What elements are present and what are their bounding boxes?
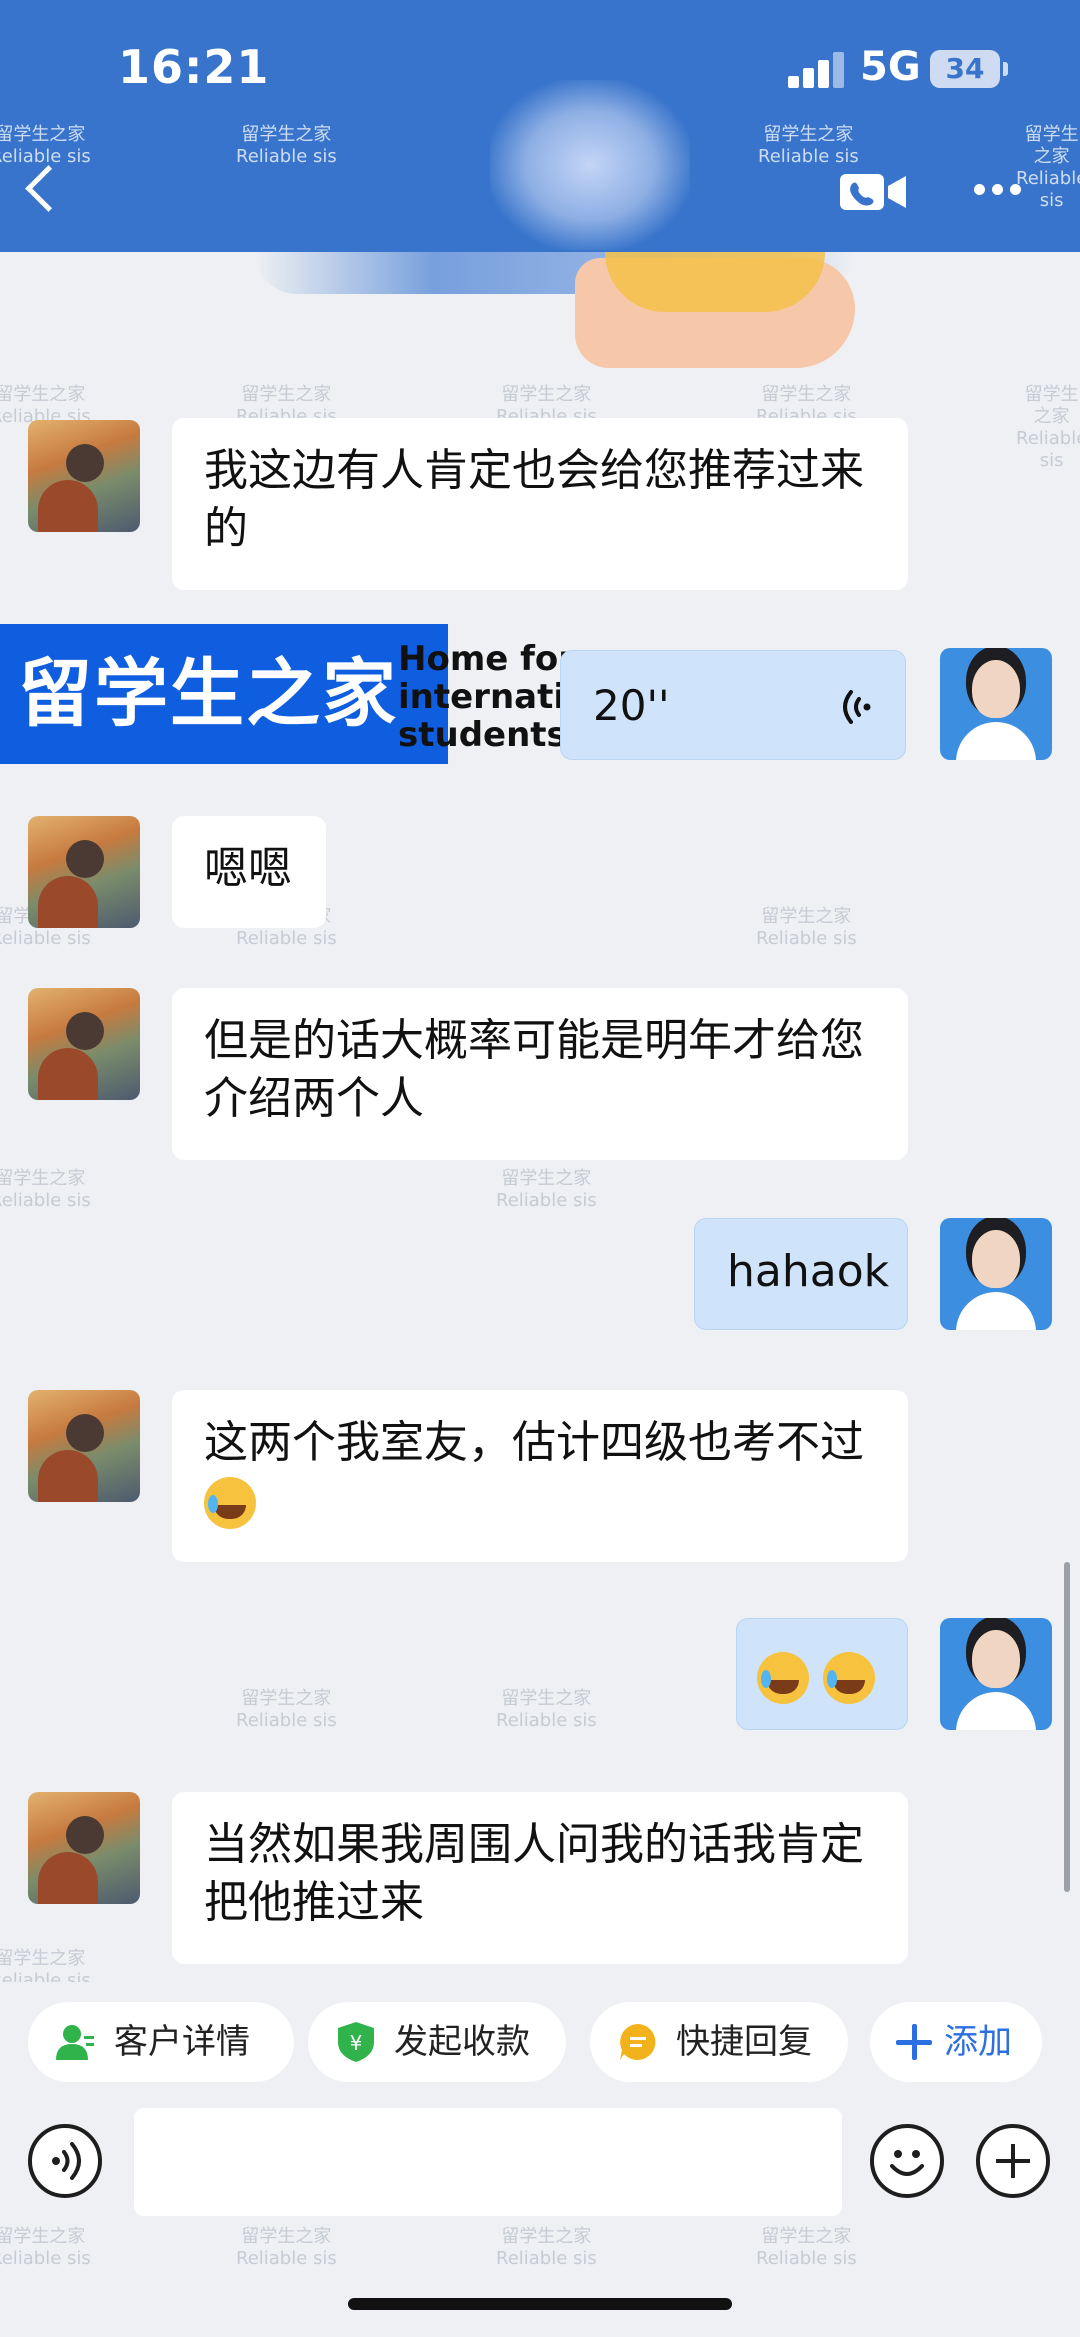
contact-avatar[interactable] <box>28 816 140 928</box>
plus-icon <box>896 2024 932 2060</box>
customer-detail-button[interactable]: 客户详情 <box>28 2002 294 2082</box>
plus-icon <box>996 2144 1030 2178</box>
message-bubble[interactable]: hahaok <box>694 1218 908 1330</box>
battery-icon: 34 <box>930 50 1008 88</box>
crying-laughing-emoji-icon <box>823 1652 875 1704</box>
my-avatar[interactable] <box>940 1218 1052 1330</box>
chip-label: 客户详情 <box>114 2022 250 2062</box>
scrollbar[interactable] <box>1064 1562 1070 1892</box>
voice-duration: 20'' <box>593 681 670 730</box>
blurred-region <box>490 80 690 250</box>
chat-header: 16:21 5G 34 留学生之家 Reliable sis 留学生之家 Relia… <box>0 0 1080 252</box>
quick-reply-button[interactable]: 快捷回复 <box>590 2002 848 2082</box>
watermark: 留学生之家Reliable sis <box>496 1688 597 1731</box>
chip-label: 添加 <box>944 2022 1012 2062</box>
network-type: 5G <box>860 44 921 90</box>
status-time: 16:21 <box>118 40 270 94</box>
voice-input-button[interactable] <box>28 2124 102 2198</box>
message-text: 这两个我室友，估计四级也考不过 <box>204 1417 864 1468</box>
message-bubble[interactable]: 嗯嗯 <box>172 816 326 928</box>
watermark: 留学生之家Reliable sis <box>758 124 859 167</box>
contact-avatar[interactable] <box>28 1390 140 1502</box>
contact-avatar[interactable] <box>28 420 140 532</box>
signal-icon <box>788 52 844 88</box>
message-bubble[interactable]: 但是的话大概率可能是明年才给您介绍两个人 <box>172 988 908 1160</box>
watermark: 留学生之家Reliable sis <box>236 1688 337 1731</box>
voice-icon <box>52 2142 81 2180</box>
message-bubble[interactable]: 我这边有人肯定也会给您推荐过来的 <box>172 418 908 590</box>
request-payment-button[interactable]: ¥ 发起收款 <box>308 2002 566 2082</box>
message-bubble[interactable]: 这两个我室友，估计四级也考不过 <box>172 1390 908 1562</box>
brand-banner: 留学生之家 <box>0 624 448 764</box>
sticker-image[interactable] <box>575 252 855 368</box>
emoji-message[interactable] <box>736 1618 908 1730</box>
voice-wave-icon <box>843 690 871 724</box>
watermark: 留学生之家Reliable sis <box>496 1168 597 1211</box>
yuan-shield-icon: ¥ <box>338 2022 374 2062</box>
input-bar: 留学生之家 Reliable sis 留学生之家 Reliable sis 留学生之… <box>0 2102 1080 2337</box>
watermark: 留学生之家Reliable sis <box>756 906 857 949</box>
emoji-button[interactable] <box>870 2124 944 2198</box>
chip-label: 快捷回复 <box>676 2022 812 2062</box>
chip-label: 发起收款 <box>394 2022 530 2062</box>
watermark: 留学生之家Reliable sis <box>236 124 337 167</box>
message-input[interactable] <box>134 2108 842 2216</box>
home-indicator[interactable] <box>348 2298 732 2310</box>
voice-message[interactable]: 20'' <box>560 650 906 760</box>
user-detail-icon <box>56 2025 94 2060</box>
watermark: 留学生之家Reliable sis <box>496 2226 597 2269</box>
call-video-icon[interactable] <box>840 172 910 212</box>
watermark: 留学生之家Reliable sis <box>756 2226 857 2269</box>
message-list[interactable]: 留学生之家 Reliable sis 留学生之家 Reliable sis 留学生之… <box>0 252 1080 1982</box>
watermark: 留学生之家Reliable sis <box>0 1168 91 1211</box>
crying-laughing-emoji-icon <box>204 1477 256 1529</box>
watermark: 留学生之家Reliable sis <box>0 1948 91 1982</box>
more-icon[interactable] <box>974 180 1030 204</box>
crying-laughing-emoji-icon <box>757 1652 809 1704</box>
message-bubble[interactable]: 当然如果我周围人问我的话我肯定把他推过来 <box>172 1792 908 1964</box>
more-actions-button[interactable] <box>976 2124 1050 2198</box>
back-icon[interactable] <box>18 160 62 220</box>
my-avatar[interactable] <box>940 1618 1052 1730</box>
smiley-icon <box>890 2150 924 2176</box>
add-button[interactable]: 添加 <box>870 2002 1042 2082</box>
watermark: 留学生之家Reliable sis <box>0 2226 91 2269</box>
quick-actions-bar: 客户详情 ¥ 发起收款 快捷回复 添加 <box>0 1982 1080 2102</box>
watermark: 留学生之家Reliable sis <box>1016 384 1080 471</box>
svg-text:¥: ¥ <box>350 2031 363 2055</box>
contact-avatar[interactable] <box>28 988 140 1100</box>
contact-avatar[interactable] <box>28 1792 140 1904</box>
quick-reply-icon <box>620 2024 656 2060</box>
my-avatar[interactable] <box>940 648 1052 760</box>
watermark: 留学生之家Reliable sis <box>236 2226 337 2269</box>
